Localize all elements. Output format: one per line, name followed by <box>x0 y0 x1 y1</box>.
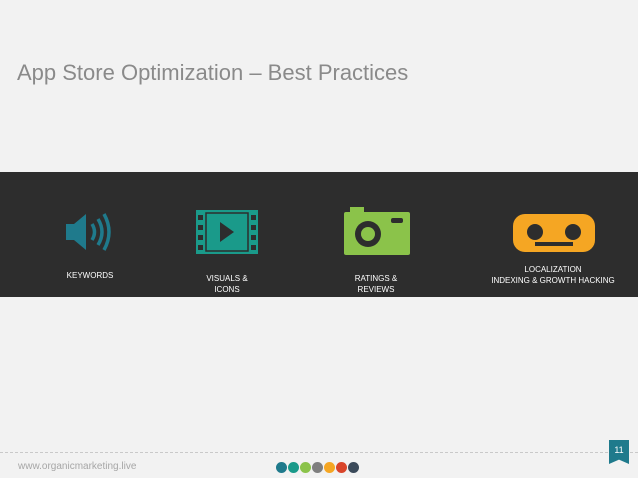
feature-band: KEYWORDS VISUALS & ICONS RATINGS & REVIE… <box>0 172 638 297</box>
voicemail-icon <box>513 214 595 252</box>
footer-url: www.organicmarketing.live <box>18 461 137 472</box>
feature-label-localization: LOCALIZATION INDEXING & GROWTH HACKING <box>491 265 615 285</box>
color-dot <box>312 462 323 473</box>
color-dot <box>276 462 287 473</box>
camera-icon <box>344 207 410 255</box>
color-dot <box>336 462 347 473</box>
color-dots <box>276 462 359 473</box>
feature-label-keywords: KEYWORDS <box>66 271 114 280</box>
color-dot <box>300 462 311 473</box>
video-icon <box>196 210 258 254</box>
color-dot <box>288 462 299 473</box>
feature-label-ratings: RATINGS & REVIEWS <box>354 274 398 294</box>
feature-label-visuals: VISUALS & ICONS <box>206 274 248 294</box>
speaker-icon <box>66 213 111 251</box>
page-number-badge: 11 <box>609 440 629 464</box>
color-dot <box>348 462 359 473</box>
slide-title: App Store Optimization – Best Practices <box>17 60 409 85</box>
color-dot <box>324 462 335 473</box>
footer-divider <box>0 452 638 453</box>
